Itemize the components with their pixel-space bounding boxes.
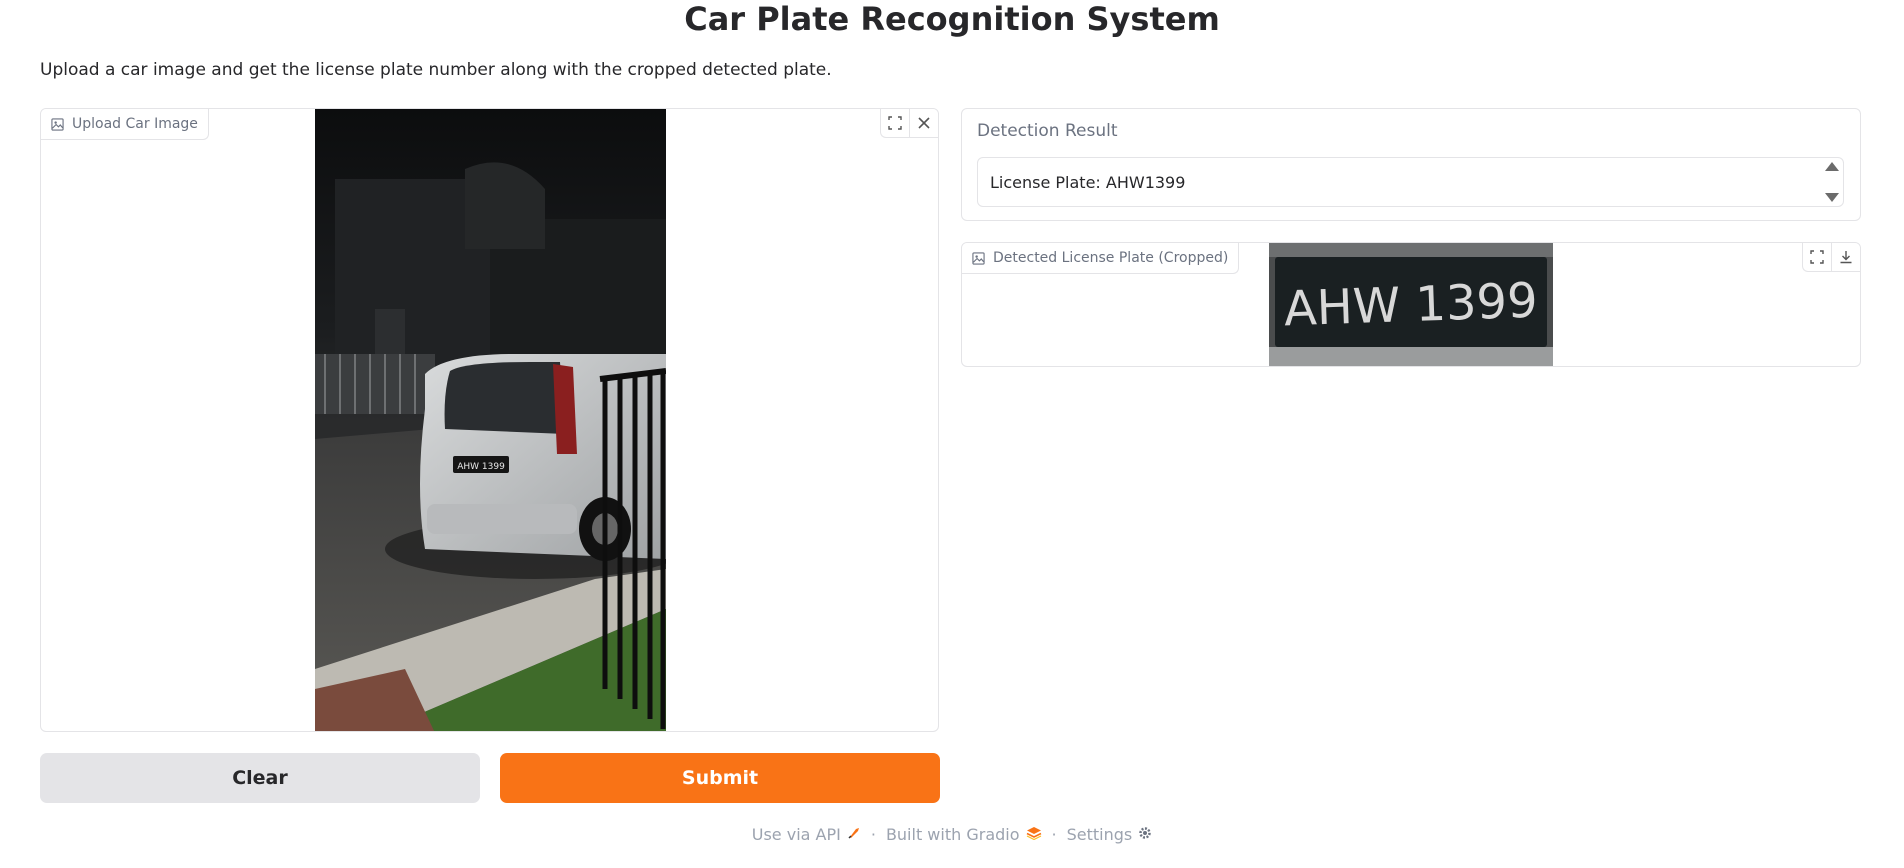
- textbox-scrollbar[interactable]: [1825, 162, 1839, 202]
- detected-plate-panel: Detected License Plate (Cropped) AHW 139…: [961, 242, 1861, 367]
- footer: Use via API · Built with Gradio · Settin…: [0, 825, 1904, 844]
- scroll-up-arrow-icon[interactable]: [1825, 162, 1839, 171]
- upload-image-panel[interactable]: Upload Car Image AHW 1399: [40, 108, 939, 732]
- cropped-plate-image: AHW 1399: [1269, 243, 1553, 366]
- fullscreen-icon[interactable]: [1803, 243, 1831, 271]
- clear-button[interactable]: Clear: [40, 753, 480, 803]
- settings-link[interactable]: Settings: [1067, 825, 1153, 844]
- submit-button[interactable]: Submit: [500, 753, 940, 803]
- detection-result-label: Detection Result: [977, 121, 1118, 141]
- page-description: Upload a car image and get the license p…: [40, 60, 832, 80]
- scroll-down-arrow-icon[interactable]: [1825, 193, 1839, 202]
- car-plate-text: AHW 1399: [457, 462, 505, 472]
- upload-image-label: Upload Car Image: [41, 109, 209, 140]
- built-with-gradio-label: Built with Gradio: [885, 825, 1020, 844]
- footer-separator: ·: [870, 825, 876, 844]
- page-title: Car Plate Recognition System: [684, 0, 1220, 38]
- gear-icon: [1138, 825, 1152, 844]
- use-via-api-link[interactable]: Use via API: [752, 825, 861, 844]
- built-with-gradio-link[interactable]: Built with Gradio: [886, 825, 1042, 844]
- download-icon[interactable]: [1831, 243, 1860, 271]
- uploaded-car-image: AHW 1399: [315, 109, 666, 731]
- upload-image-toolbar: [880, 109, 938, 138]
- upload-image-label-text: Upload Car Image: [72, 116, 198, 132]
- close-icon[interactable]: [909, 109, 938, 137]
- detected-plate-label: Detected License Plate (Cropped): [962, 243, 1240, 274]
- detected-plate-label-text: Detected License Plate (Cropped): [993, 250, 1229, 266]
- footer-separator: ·: [1051, 825, 1057, 844]
- fullscreen-icon[interactable]: [881, 109, 909, 137]
- plate-text: AHW 1399: [1283, 273, 1539, 338]
- detection-result-value: License Plate: AHW1399: [990, 172, 1186, 192]
- rocket-icon: [847, 825, 861, 844]
- detection-result-panel: Detection Result License Plate: AHW1399: [961, 108, 1861, 221]
- use-via-api-label: Use via API: [751, 825, 841, 844]
- detection-result-textbox[interactable]: License Plate: AHW1399: [977, 157, 1844, 207]
- plate-toolbar: [1802, 243, 1860, 272]
- image-icon: [972, 251, 985, 265]
- image-icon: [51, 117, 64, 131]
- settings-label: Settings: [1066, 825, 1133, 844]
- gradio-logo-icon: [1026, 825, 1042, 844]
